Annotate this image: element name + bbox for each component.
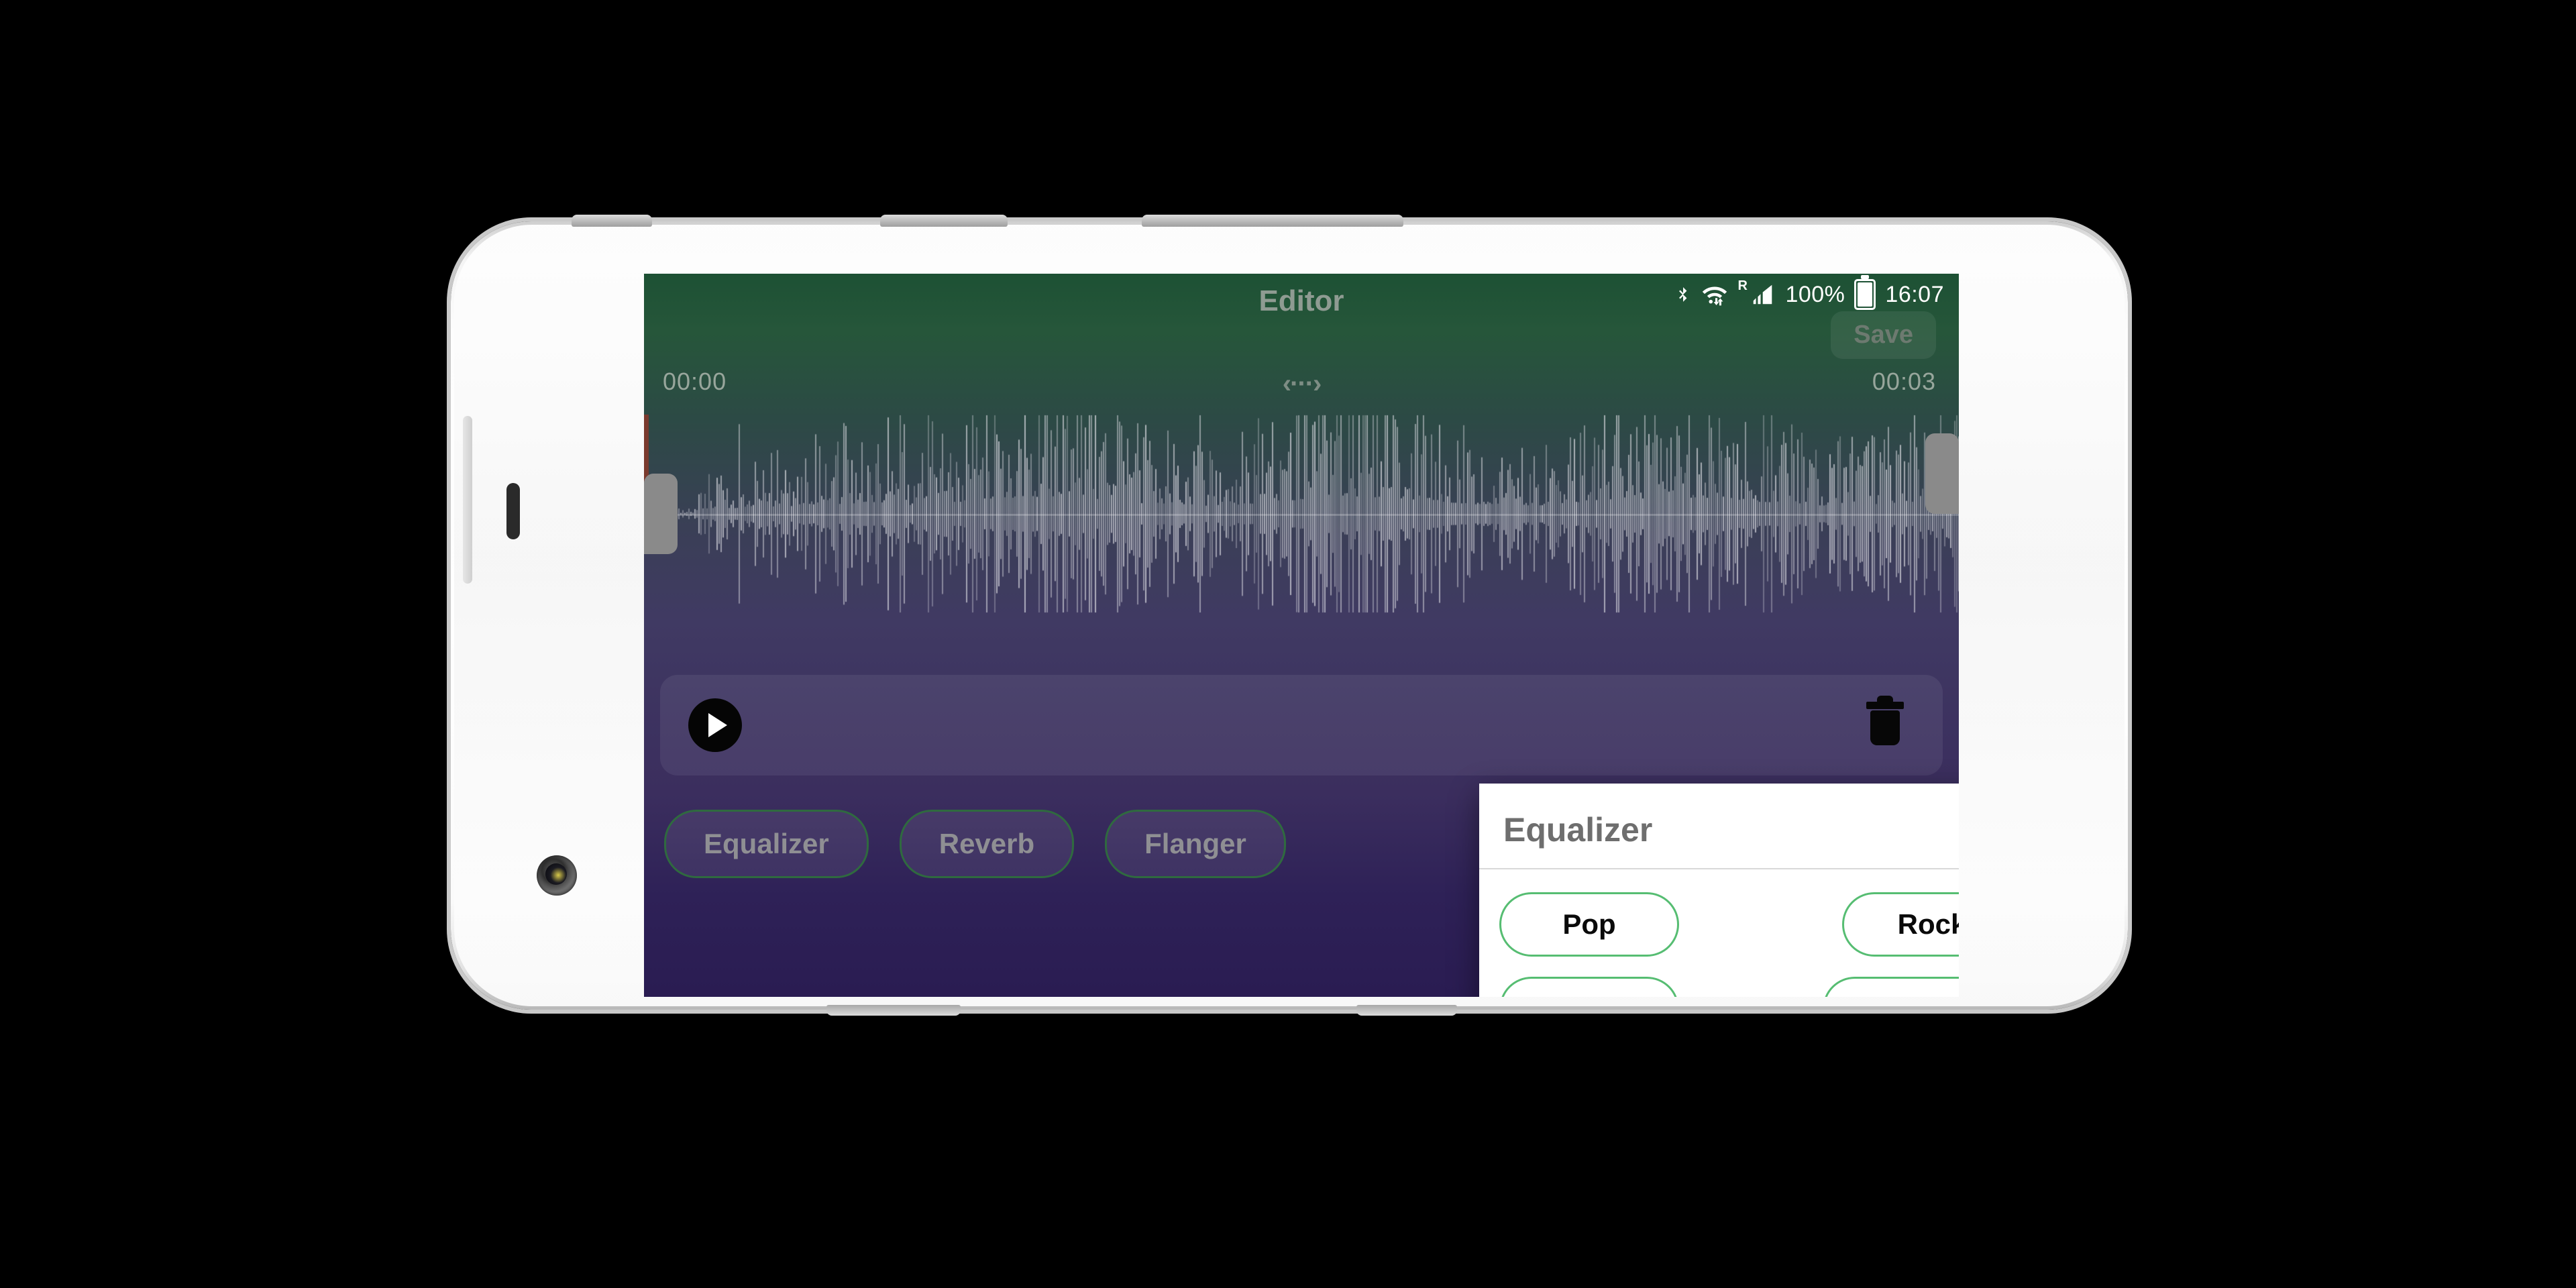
preset-acoustic[interactable]: Acoustic	[1499, 977, 1679, 997]
preset-row: Pop Rock Jazz	[1499, 892, 1959, 957]
waveform-centerline	[644, 514, 1959, 516]
bluetooth-icon	[1674, 282, 1692, 307]
device-button-bottom-a[interactable]	[826, 1005, 961, 1016]
device-button-top-b[interactable]	[880, 215, 1008, 227]
preset-row: Acoustic TrebleBoost BassBoost	[1499, 977, 1959, 997]
signal-icon	[1750, 282, 1776, 307]
selection-start-marker	[644, 415, 649, 482]
effect-chip-equalizer[interactable]: Equalizer	[664, 810, 869, 878]
roaming-icon: R	[1737, 278, 1748, 293]
camera-icon	[537, 855, 577, 896]
wifi-icon	[1701, 282, 1728, 307]
trash-icon-lid	[1866, 696, 1904, 709]
transport-bar	[660, 675, 1943, 775]
trim-handle-right[interactable]	[1925, 433, 1959, 514]
preset-grid: Pop Rock Jazz Acoustic TrebleBoost BassB…	[1479, 869, 1959, 997]
device-side-strip	[463, 416, 472, 584]
preset-pop[interactable]: Pop	[1499, 892, 1679, 957]
save-button[interactable]: Save	[1831, 311, 1936, 359]
trash-icon-body	[1870, 710, 1900, 745]
battery-percent-label: 100%	[1785, 281, 1845, 307]
screenshot-root: Save Editor R 100% 16:07 00:00 00:03 ‹··…	[0, 0, 2576, 1288]
device-button-bottom-b[interactable]	[1356, 1005, 1457, 1016]
delete-button[interactable]	[1866, 696, 1904, 746]
device-button-top-c[interactable]	[1142, 215, 1403, 227]
play-button[interactable]	[688, 698, 742, 752]
phone-screen: Save Editor R 100% 16:07 00:00 00:03 ‹··…	[644, 274, 1959, 997]
preset-rock[interactable]: Rock	[1842, 892, 1959, 957]
clock-label: 16:07	[1885, 281, 1944, 307]
status-bar: R 100% 16:07	[1674, 274, 1959, 315]
dialog-title: Equalizer	[1503, 811, 1653, 849]
device-speaker-slot	[506, 483, 520, 539]
trim-handle-left[interactable]	[644, 474, 678, 554]
device-button-top-a[interactable]	[572, 215, 652, 227]
effect-chip-flanger[interactable]: Flanger	[1105, 810, 1286, 878]
time-end-label: 00:03	[1872, 368, 1936, 395]
effect-chip-reverb[interactable]: Reverb	[899, 810, 1075, 878]
preset-trebleboost[interactable]: TrebleBoost	[1822, 977, 1959, 997]
trim-expand-icon[interactable]: ‹···›	[1283, 369, 1322, 399]
equalizer-dialog: Equalizer Pop Rock Jazz Acoustic TrebleB…	[1479, 784, 1959, 997]
battery-icon	[1854, 275, 1876, 310]
time-start-label: 00:00	[663, 368, 727, 395]
